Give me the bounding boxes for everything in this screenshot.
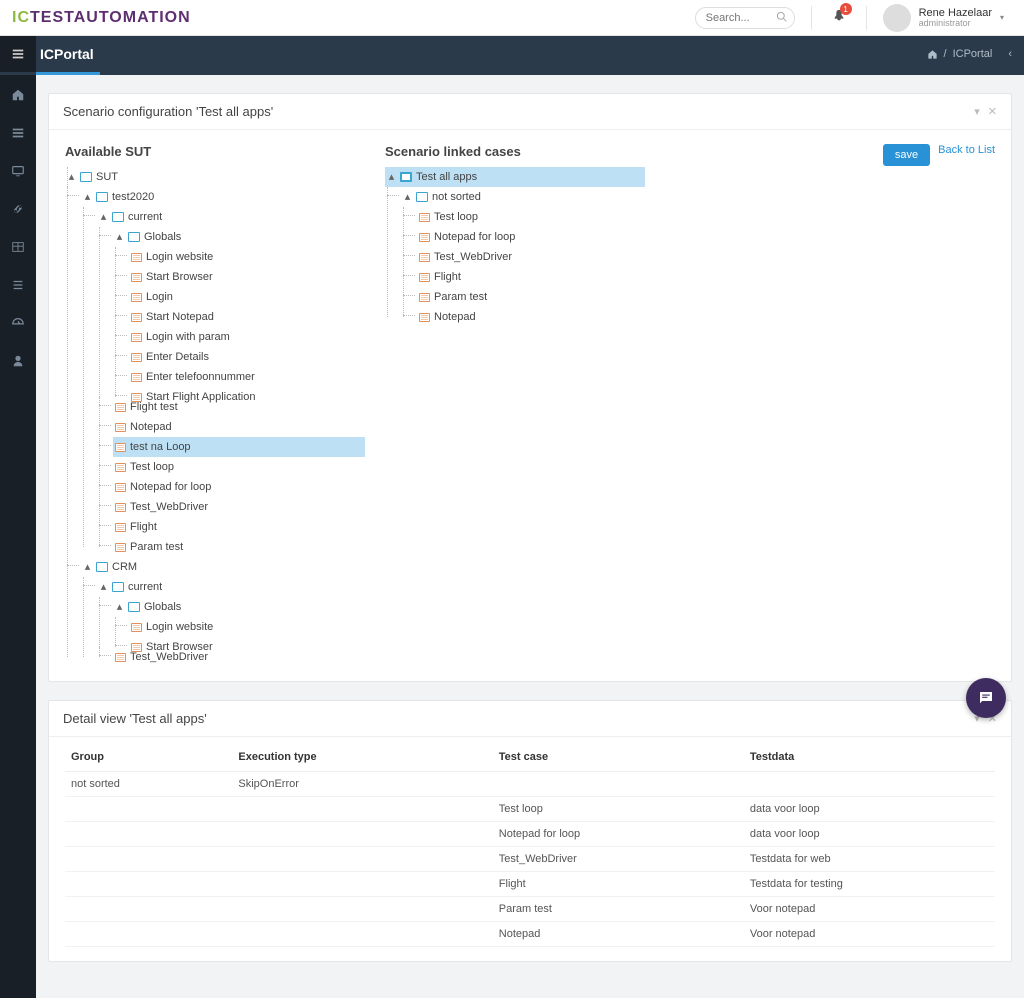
page-title: ICPortal (40, 46, 94, 62)
table-row[interactable]: NotepadVoor notepad (65, 922, 995, 947)
notification-badge: 1 (840, 3, 852, 15)
col-exec: Execution type (232, 743, 492, 772)
tree-leaf[interactable]: Login website (129, 247, 365, 267)
chat-fab[interactable] (966, 678, 1006, 718)
divider (811, 6, 812, 30)
tree-node-crm-current[interactable]: ▴current (97, 577, 365, 597)
sidebar-item-user[interactable] (0, 349, 36, 373)
tree-node-notsorted[interactable]: ▴not sorted (401, 187, 645, 207)
table-row[interactable]: Test_WebDriverTestdata for web (65, 847, 995, 872)
search-icon (776, 11, 787, 25)
menu-toggle[interactable] (0, 36, 36, 72)
col-testdata: Testdata (744, 743, 995, 772)
tree-leaf[interactable]: Param test (113, 537, 365, 557)
col-testcase: Test case (493, 743, 744, 772)
sidebar-item-list[interactable] (0, 121, 36, 145)
sidebar-item-table[interactable] (0, 235, 36, 259)
app-logo: ICTESTAUTOMATION (12, 9, 191, 27)
tree-leaf[interactable]: Login website (129, 617, 365, 637)
tree-leaf[interactable]: Test_WebDriver (417, 247, 645, 267)
tree-leaf[interactable]: Test loop (417, 207, 645, 227)
back-link[interactable]: Back to List (938, 144, 995, 156)
tree-leaf[interactable]: Test loop (113, 457, 365, 477)
home-icon[interactable] (927, 49, 938, 60)
tree-leaf[interactable]: Login with param (129, 327, 365, 347)
table-row[interactable]: Test loopdata voor loop (65, 797, 995, 822)
save-button[interactable]: save (883, 144, 930, 166)
avatar (883, 4, 911, 32)
tree-title-sut: Available SUT (65, 144, 365, 159)
tree-node-current[interactable]: ▴current (97, 207, 365, 227)
panel-title-detail: Detail view 'Test all apps' (63, 711, 207, 726)
user-role: administrator (919, 19, 992, 29)
table-row[interactable]: Param testVoor notepad (65, 897, 995, 922)
panel-close-icon[interactable]: ✕ (988, 105, 997, 118)
tree-leaf[interactable]: Login (129, 287, 365, 307)
tree-leaf[interactable]: Notepad (417, 307, 645, 327)
tree-node-crm[interactable]: ▴CRM (81, 557, 365, 577)
sidebar-item-link[interactable] (0, 197, 36, 221)
table-row[interactable]: not sortedSkipOnError (65, 772, 995, 797)
tree-leaf[interactable]: Test_WebDriver (113, 647, 365, 667)
tree-node-sut[interactable]: ▴SUT (65, 167, 365, 187)
notifications-button[interactable]: 1 (828, 5, 850, 30)
chevron-down-icon: ▾ (1000, 13, 1004, 22)
tree-leaf[interactable]: Notepad for loop (113, 477, 365, 497)
tree-leaf[interactable]: Notepad for loop (417, 227, 645, 247)
logo-prefix: IC (12, 9, 30, 26)
tree-leaf[interactable]: Start Browser (129, 267, 365, 287)
tree-node-crm-globals[interactable]: ▴Globals (113, 597, 365, 617)
sidebar-item-home[interactable] (0, 83, 36, 107)
tree-leaf[interactable]: Notepad (113, 417, 365, 437)
panel-title: Scenario configuration 'Test all apps' (63, 104, 273, 119)
tree-leaf[interactable]: Enter telefoonnummer (129, 367, 365, 387)
panel-collapse-icon[interactable]: ▾ (974, 105, 980, 118)
tree-leaf[interactable]: Flight (417, 267, 645, 287)
table-row[interactable]: FlightTestdata for testing (65, 872, 995, 897)
tree-node-root-linked[interactable]: ▴Test all apps (385, 167, 645, 187)
user-menu[interactable]: Rene Hazelaar administrator ▾ (883, 4, 1012, 32)
sidebar-item-dashboard[interactable] (0, 311, 36, 335)
sidebar-item-monitor[interactable] (0, 159, 36, 183)
tree-node-test2020[interactable]: ▴test2020 (81, 187, 365, 207)
tree-leaf[interactable]: Test_WebDriver (113, 497, 365, 517)
tree-node-globals[interactable]: ▴Globals (113, 227, 365, 247)
user-name: Rene Hazelaar (919, 7, 992, 19)
search-wrap (695, 7, 795, 29)
tree-leaf[interactable]: test na Loop (113, 437, 365, 457)
logo-text: TESTAUTOMATION (30, 9, 191, 26)
chevron-left-icon[interactable]: ‹ (1008, 48, 1012, 60)
tree-leaf[interactable]: Param test (417, 287, 645, 307)
tree-leaf[interactable]: Flight (113, 517, 365, 537)
breadcrumb: / ICPortal ‹ (927, 48, 1012, 60)
tree-leaf[interactable]: Flight test (113, 397, 365, 417)
detail-table: Group Execution type Test case Testdata … (65, 743, 995, 947)
col-group: Group (65, 743, 232, 772)
sidebar-item-lines[interactable] (0, 273, 36, 297)
tree-leaf[interactable]: Start Notepad (129, 307, 365, 327)
table-row[interactable]: Notepad for loopdata voor loop (65, 822, 995, 847)
divider (866, 6, 867, 30)
tree-leaf[interactable]: Enter Details (129, 347, 365, 367)
breadcrumb-current: ICPortal (953, 48, 993, 60)
tree-title-linked: Scenario linked cases (385, 144, 645, 159)
